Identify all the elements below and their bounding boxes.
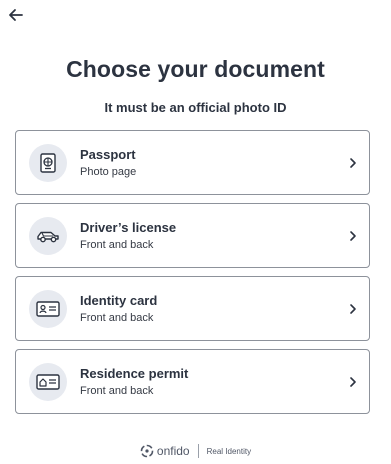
back-button[interactable] — [6, 5, 26, 25]
page-subtitle: It must be an official photo ID — [104, 100, 287, 115]
document-option-label: Passport — [80, 147, 136, 162]
onfido-logo: onfido — [140, 444, 190, 458]
document-option-drivers-license[interactable]: Driver’s license Front and back — [15, 203, 370, 268]
document-option-sublabel: Front and back — [80, 385, 154, 397]
footer: onfido Real Identity — [0, 444, 391, 458]
document-option-label: Residence permit — [80, 366, 189, 381]
document-option-residence-permit[interactable]: Residence permit Front and back — [15, 349, 370, 414]
document-list: Passport Photo page Driver’s license Fro… — [15, 130, 370, 422]
passport-icon — [29, 144, 67, 182]
document-option-identity-card[interactable]: Identity card Front and back — [15, 276, 370, 341]
chevron-right-icon — [350, 377, 356, 387]
document-option-sublabel: Photo page — [80, 166, 137, 178]
footer-divider — [197, 444, 199, 458]
page-title: Choose your document — [66, 56, 325, 82]
footer-tagline: Real Identity — [206, 446, 252, 456]
document-option-sublabel: Front and back — [80, 239, 154, 251]
document-option-label: Identity card — [80, 293, 158, 308]
car-icon — [29, 217, 67, 255]
chevron-right-icon — [350, 158, 356, 168]
home-card-icon — [29, 363, 67, 401]
document-option-sublabel: Front and back — [80, 312, 154, 324]
chevron-right-icon — [350, 304, 356, 314]
document-option-label: Driver’s license — [80, 220, 177, 235]
id-card-icon — [29, 290, 67, 328]
document-option-passport[interactable]: Passport Photo page — [15, 130, 370, 195]
chevron-right-icon — [350, 231, 356, 241]
brand-name: onfido — [156, 444, 190, 458]
arrow-left-icon — [9, 9, 23, 21]
onfido-logo-icon — [140, 444, 154, 458]
